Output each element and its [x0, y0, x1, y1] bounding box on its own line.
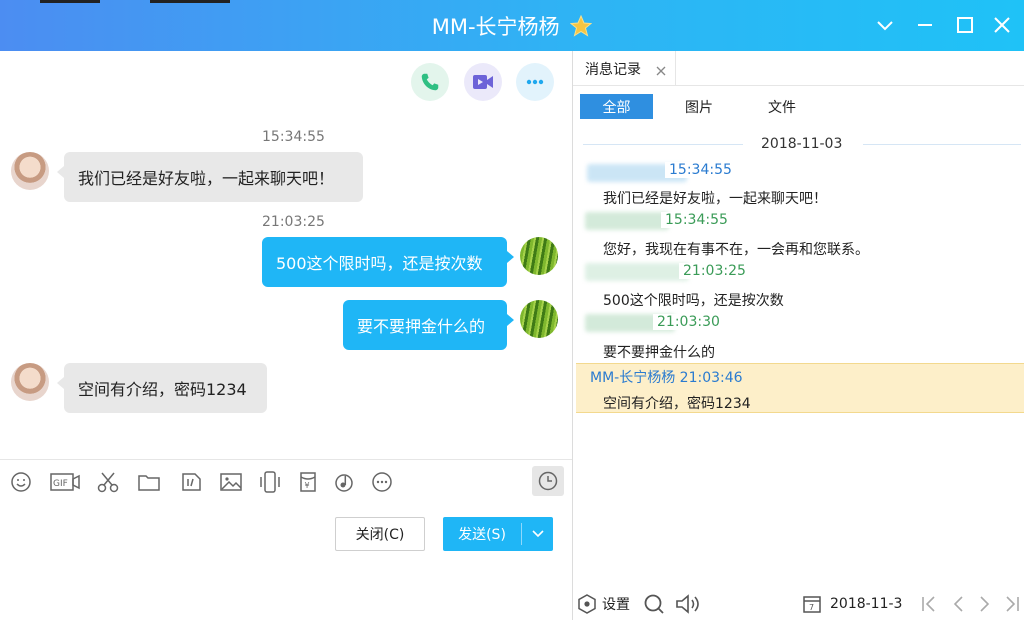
tab-close-icon[interactable] [656, 64, 666, 80]
history-entry-text: 您好，我现在有事不在，一会再和您联系。 [603, 242, 869, 258]
red-packet-icon[interactable]: ¥ [295, 469, 321, 495]
maximize-icon[interactable] [953, 13, 977, 37]
next-page-icon[interactable] [975, 592, 995, 616]
history-clock-icon[interactable] [532, 466, 564, 496]
calendar-icon: 7 [802, 594, 822, 614]
last-page-icon[interactable] [1002, 592, 1022, 616]
prev-page-icon[interactable] [948, 592, 968, 616]
svg-text:¥: ¥ [305, 481, 310, 490]
date-line [863, 144, 1021, 145]
close-icon[interactable] [990, 13, 1014, 37]
svg-text:7: 7 [809, 603, 814, 612]
history-entry-text: 500这个限时吗，还是按次数 [603, 293, 784, 309]
input-toolbar: GIF ¥ [0, 459, 572, 503]
search-icon[interactable] [643, 592, 665, 616]
history-entry-header: 21:03:25 [679, 263, 746, 279]
window-title: MM-长宁杨杨 [431, 15, 560, 39]
tab-label: 消息记录 [585, 61, 641, 78]
video-icon[interactable] [464, 63, 502, 101]
more-icon[interactable] [369, 469, 395, 495]
folder-icon[interactable] [136, 469, 162, 495]
title-bar: MM-长宁杨杨 [0, 0, 1024, 51]
message-bubble-outgoing: 500这个限时吗，还是按次数 [262, 237, 514, 287]
send-options-chevron-icon[interactable] [522, 517, 553, 551]
message-timestamp: 15:34:55 [262, 129, 325, 145]
shake-icon[interactable] [257, 469, 283, 495]
image-icon[interactable] [218, 469, 244, 495]
first-page-icon[interactable] [919, 592, 939, 616]
sticker-icon[interactable] [178, 469, 204, 495]
history-pane: 消息记录 全部 图片 文件 2018-11-03 15:34:55 我们已经是好… [573, 51, 1024, 620]
calendar-date-picker[interactable]: 7 2018-11-3 [802, 592, 902, 616]
chevron-down-icon[interactable] [873, 13, 897, 37]
vip-star-icon [569, 14, 593, 37]
message-text: 空间有介绍，密码1234 [78, 380, 247, 399]
close-button-label: 关闭(C) [355, 527, 405, 543]
settings-label: 设置 [602, 597, 630, 613]
history-entry-highlighted[interactable]: MM-长宁杨杨 21:03:46 空间有介绍，密码1234 [576, 363, 1024, 413]
scissors-icon[interactable] [95, 469, 121, 495]
filter-images[interactable]: 图片 [673, 94, 725, 119]
speaker-icon[interactable] [675, 592, 703, 616]
music-icon[interactable] [331, 469, 357, 495]
history-settings-button[interactable]: 设置 [577, 592, 630, 616]
settings-hex-icon [577, 594, 597, 614]
message-text: 我们已经是好友啦，一起来聊天吧！ [78, 169, 335, 188]
redacted-sender [585, 212, 669, 230]
history-entry-header: MM-长宁杨杨 21:03:46 [590, 370, 743, 386]
svg-text:GIF: GIF [53, 479, 68, 489]
message-text: 500这个限时吗，还是按次数 [276, 254, 483, 273]
history-entry-text: 空间有介绍，密码1234 [603, 396, 751, 412]
tab-message-history[interactable]: 消息记录 [576, 51, 676, 86]
history-tab-bar: 消息记录 [573, 51, 1024, 86]
window-title-wrap: MM-长宁杨杨 [0, 11, 1024, 41]
filter-label: 文件 [768, 99, 796, 116]
close-button[interactable]: 关闭(C) [335, 517, 425, 551]
date-line [583, 144, 743, 145]
more-options-icon[interactable] [516, 63, 554, 101]
minimize-icon[interactable] [913, 13, 937, 37]
filter-files[interactable]: 文件 [756, 94, 808, 119]
avatar[interactable] [11, 152, 49, 190]
message-bubble-incoming: 我们已经是好友啦，一起来聊天吧！ [57, 152, 363, 202]
title-bar-decoration [150, 0, 230, 3]
filter-label: 全部 [602, 99, 631, 116]
message-bubble-outgoing: 要不要押金什么的 [343, 300, 514, 350]
send-button-label: 发送(S) [458, 527, 506, 543]
history-entry-header: 21:03:30 [653, 314, 720, 330]
send-button[interactable]: 发送(S) [443, 517, 553, 551]
message-timestamp: 21:03:25 [262, 214, 325, 230]
message-bubble-incoming: 空间有介绍，密码1234 [57, 363, 267, 413]
message-text: 要不要押金什么的 [357, 317, 486, 336]
avatar[interactable] [520, 300, 558, 338]
phone-icon[interactable] [411, 63, 449, 101]
redacted-sender [585, 263, 689, 281]
history-entry-header: 15:34:55 [661, 212, 728, 228]
history-date-separator: 2018-11-03 [573, 136, 1024, 154]
history-date: 2018-11-03 [761, 136, 843, 152]
avatar[interactable] [520, 237, 558, 275]
history-entry-text: 要不要押金什么的 [603, 345, 715, 361]
history-entry-header: 15:34:55 [665, 162, 732, 178]
history-entry-text: 我们已经是好友啦，一起来聊天吧！ [603, 191, 827, 207]
title-bar-decoration [40, 0, 100, 3]
calendar-date: 2018-11-3 [830, 596, 903, 612]
emoji-icon[interactable] [8, 469, 34, 495]
gif-icon[interactable]: GIF [50, 469, 80, 495]
filter-label: 图片 [685, 99, 713, 116]
filter-all[interactable]: 全部 [580, 94, 653, 119]
avatar[interactable] [11, 363, 49, 401]
